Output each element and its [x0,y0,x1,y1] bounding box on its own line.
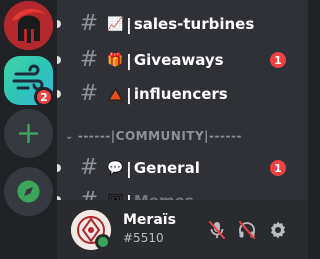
channel-general[interactable]: # 💬 | General 1 [65,152,300,184]
channel-label: influencers [133,85,228,103]
mention-badge: 1 [270,160,286,176]
explore-servers-button[interactable] [4,167,53,216]
server-rail: 2 [0,0,57,259]
deafen-button[interactable] [233,216,261,244]
plus-icon [18,123,39,144]
unread-indicator [57,164,61,172]
chart-icon: 📈 [107,16,124,32]
unread-indicator [57,20,61,28]
text-channel-icon: # [79,155,99,180]
text-channel-icon: # [77,190,101,201]
channel-memes[interactable]: # 🖼 | Memes [65,185,300,201]
channel-label: General [133,159,200,177]
gear-icon [271,221,285,239]
unread-indicator [57,90,61,98]
text-channel-icon: # [79,47,99,72]
user-tag: #5510 [123,231,164,245]
spartan-helmet-icon [4,1,53,50]
add-server-button[interactable] [4,109,53,158]
channel-list: # 📈 | sales-turbines # 🎁 | Giveaways 1 #… [57,0,308,200]
channel-influencers[interactable]: # | influencers [65,78,300,110]
mute-microphone-button[interactable] [203,216,231,244]
user-panel: Meraïs #5510 [57,200,308,259]
text-channel-icon: # [79,11,99,36]
channel-giveaways[interactable]: # 🎁 | Giveaways 1 [65,44,300,76]
unread-indicator [57,56,61,64]
server-spartan[interactable] [4,1,53,50]
microphone-muted-icon [209,221,225,239]
headphones-muted-icon [239,221,255,239]
triangle-icon [107,86,124,103]
online-status-indicator [95,234,111,250]
compass-icon [17,180,40,203]
text-channel-icon: # [79,81,99,106]
category-label: ------|COMMUNITY|------ [77,129,242,143]
picture-icon: 🖼 [107,193,124,201]
username: Meraïs [123,212,176,228]
channel-label: sales-turbines [133,15,255,33]
channel-label: Memes [134,192,194,200]
channel-label: Giveaways [133,51,224,69]
category-community[interactable]: ⌄ ------|COMMUNITY|------ [65,127,242,145]
chevron-down-icon: ⌄ [65,130,74,142]
user-settings-button[interactable] [264,216,292,244]
channel-sales-turbines[interactable]: # 📈 | sales-turbines [65,8,300,40]
mention-badge: 1 [270,52,286,68]
speech-bubble-icon: 💬 [107,160,124,176]
gift-icon: 🎁 [107,52,124,68]
server-notification-badge: 2 [34,87,54,107]
